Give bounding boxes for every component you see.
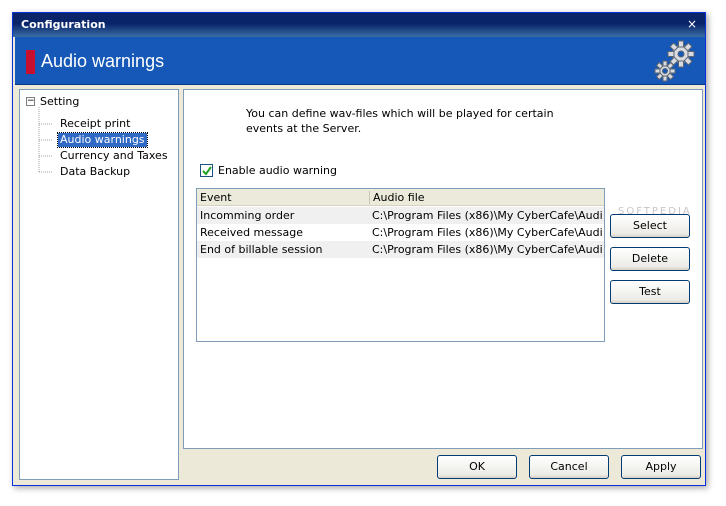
- column-header-audio-file[interactable]: Audio file: [373, 191, 425, 204]
- row-audio-file: C:\Program Files (x86)\My CyberCafe\Audi…: [372, 243, 602, 256]
- row-event: Received message: [200, 226, 303, 239]
- delete-button[interactable]: Delete: [610, 247, 690, 271]
- section-title: Audio warnings: [41, 51, 165, 71]
- softpedia-watermark: SOFTPEDIA: [618, 206, 692, 217]
- cancel-button[interactable]: Cancel: [529, 455, 609, 479]
- list-row[interactable]: Received message C:\Program Files (x86)\…: [197, 224, 604, 241]
- audio-warnings-panel: You can define wav-files which will be p…: [183, 89, 703, 449]
- checkmark-icon: [202, 166, 212, 176]
- tree-expander-icon[interactable]: −: [26, 97, 35, 106]
- window-title: Configuration: [21, 18, 106, 31]
- audio-events-list[interactable]: Event Audio file Incomming order C:\Prog…: [196, 188, 605, 342]
- select-button[interactable]: Select: [610, 214, 690, 238]
- tree-root-setting[interactable]: Setting: [40, 95, 79, 109]
- tree-item-data-backup[interactable]: Data Backup: [60, 165, 130, 179]
- tree-item-audio-warnings[interactable]: Audio warnings: [57, 132, 148, 148]
- list-row[interactable]: End of billable session C:\Program Files…: [197, 241, 604, 258]
- enable-audio-warning-checkbox[interactable]: [200, 164, 213, 177]
- column-separator[interactable]: [369, 191, 370, 204]
- section-header: Audio warnings: [15, 37, 705, 85]
- configuration-window: Configuration × Audio warnings − Setting…: [12, 12, 706, 486]
- list-row[interactable]: Incomming order C:\Program Files (x86)\M…: [197, 207, 604, 224]
- enable-audio-warning-label[interactable]: Enable audio warning: [218, 164, 337, 177]
- apply-button[interactable]: Apply: [621, 455, 701, 479]
- settings-tree: − Setting Receipt print Audio warnings C…: [19, 89, 179, 480]
- header-accent-bar: [26, 50, 35, 74]
- description-text: You can define wav-files which will be p…: [246, 106, 606, 136]
- row-audio-file: C:\Program Files (x86)\My CyberCafe\Audi…: [372, 226, 602, 239]
- close-icon[interactable]: ×: [685, 17, 699, 31]
- tree-item-currency-and-taxes[interactable]: Currency and Taxes: [60, 149, 168, 163]
- row-event: End of billable session: [200, 243, 323, 256]
- row-audio-file: C:\Program Files (x86)\My CyberCafe\Audi…: [372, 209, 602, 222]
- gears-icon: [654, 40, 695, 82]
- description-line-2: events at the Server.: [246, 122, 362, 135]
- test-button[interactable]: Test: [610, 280, 690, 304]
- title-bar: Configuration ×: [13, 13, 705, 37]
- row-event: Incomming order: [200, 209, 295, 222]
- description-line-1: You can define wav-files which will be p…: [246, 107, 554, 120]
- tree-item-receipt-print[interactable]: Receipt print: [60, 117, 130, 131]
- ok-button[interactable]: OK: [437, 455, 517, 479]
- column-header-event[interactable]: Event: [200, 191, 232, 204]
- list-header: Event Audio file: [197, 189, 604, 206]
